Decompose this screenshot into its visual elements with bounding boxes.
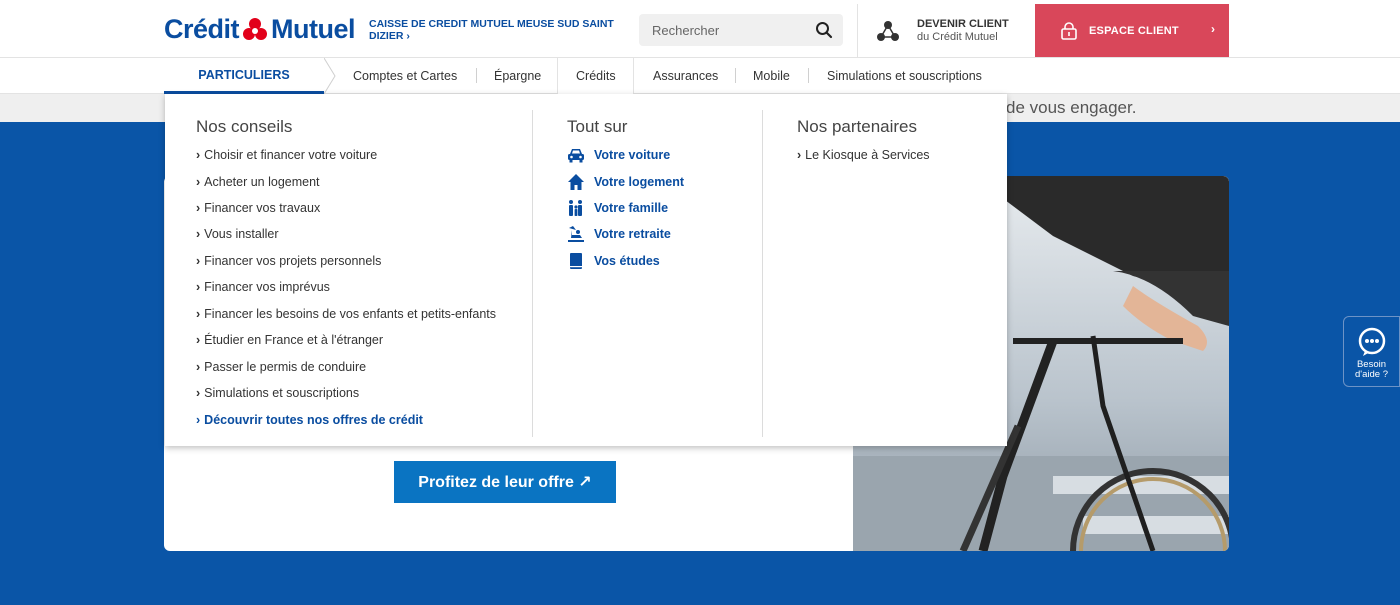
- tout-sur-etudes-link[interactable]: Vos études: [567, 252, 660, 270]
- caisse-chevron-icon: ›: [406, 30, 410, 42]
- tout-sur-voiture-link[interactable]: Votre voiture: [567, 146, 670, 164]
- conseil-link[interactable]: › Simulations et souscriptions: [196, 384, 359, 402]
- tout-sur-retraite-link[interactable]: Votre retraite: [567, 225, 671, 243]
- conseil-link[interactable]: › Financer vos projets personnels: [196, 252, 381, 270]
- espace-client-label: ESPACE CLIENT: [1089, 24, 1179, 37]
- retirement-icon: [568, 226, 584, 242]
- tout-sur-logement-link[interactable]: Votre logement: [567, 173, 684, 191]
- family-icon: [569, 200, 582, 216]
- nav-separator: [808, 68, 809, 83]
- kiosque-link[interactable]: › Le Kiosque à Services: [797, 146, 930, 164]
- nav-item-comptes-cartes[interactable]: Comptes et Cartes: [353, 58, 457, 94]
- page: de vous engager. Profitez de leur offre …: [0, 0, 1400, 605]
- book-icon: [570, 253, 582, 269]
- nav-item-assurances[interactable]: Assurances: [653, 58, 718, 94]
- tout-sur-title: Tout sur: [567, 117, 628, 136]
- tab-arrow-icon: [324, 58, 336, 94]
- help-label-2: d'aide ?: [1355, 369, 1388, 380]
- conseil-link[interactable]: › Acheter un logement: [196, 173, 320, 191]
- nav-item-credits[interactable]: Crédits: [576, 58, 616, 94]
- house-icon: [568, 174, 584, 190]
- devenir-client-link[interactable]: DEVENIR CLIENT du Crédit Mutuel: [857, 4, 1035, 57]
- espace-client-button[interactable]: ESPACE CLIENT ›: [1035, 4, 1229, 57]
- search-box: [639, 14, 843, 46]
- conseil-link[interactable]: › Financer vos imprévus: [196, 278, 330, 296]
- nav-item-simulations[interactable]: Simulations et souscriptions: [827, 58, 982, 94]
- logo-text-left: Crédit: [164, 13, 240, 44]
- credits-mega-menu: Nos conseils › Choisir et financer votre …: [165, 94, 1007, 446]
- all-credit-offers-link[interactable]: › Découvrir toutes nos offres de crédit: [196, 411, 423, 429]
- help-button[interactable]: Besoin d'aide ?: [1343, 316, 1400, 387]
- nav-item-mobile[interactable]: Mobile: [753, 58, 790, 94]
- car-icon: [568, 149, 584, 163]
- top-header: Crédit Mutuel CAISSE DE CREDIT MUTUEL ME…: [0, 0, 1400, 58]
- search-input[interactable]: [652, 22, 812, 38]
- lock-icon: [1061, 21, 1077, 40]
- devenir-client-title: DEVENIR CLIENT: [917, 17, 1009, 30]
- caisse-link[interactable]: CAISSE DE CREDIT MUTUEL MEUSE SUD SAINT …: [369, 18, 629, 42]
- search-icon[interactable]: [815, 21, 833, 39]
- conseil-link[interactable]: › Financer les besoins de vos enfants et …: [196, 305, 496, 323]
- partenaires-title: Nos partenaires: [797, 117, 918, 136]
- tout-sur-famille-link[interactable]: Votre famille: [567, 199, 668, 217]
- logo-mark-icon: [243, 18, 268, 40]
- nav-item-epargne[interactable]: Épargne: [494, 58, 541, 94]
- tab-particuliers[interactable]: PARTICULIERS: [164, 58, 324, 94]
- main-nav: PARTICULIERS Comptes et Cartes Épargne C…: [0, 58, 1400, 94]
- credit-mutuel-logo[interactable]: Crédit Mutuel: [164, 13, 356, 44]
- tout-sur-column: Tout sur Votre voiture Votre logement Vo…: [567, 94, 757, 446]
- devenir-client-subtitle: du Crédit Mutuel: [917, 30, 998, 43]
- logo-text-right: Mutuel: [271, 13, 356, 44]
- network-icon: [877, 20, 899, 41]
- chat-icon: [1358, 327, 1385, 356]
- conseil-link[interactable]: › Passer le permis de conduire: [196, 358, 366, 376]
- conseils-title: Nos conseils: [196, 117, 293, 136]
- offer-cta-button[interactable]: Profitez de leur offre ↗: [394, 461, 616, 503]
- nav-separator: [735, 68, 736, 83]
- column-divider: [532, 110, 533, 437]
- conseil-link[interactable]: › Étudier en France et à l'étranger: [196, 331, 383, 349]
- info-band-text: de vous engager.: [1006, 98, 1137, 117]
- conseil-link[interactable]: › Vous installer: [196, 225, 279, 243]
- conseil-link[interactable]: › Choisir et financer votre voiture: [196, 146, 377, 164]
- nav-separator: [476, 68, 477, 83]
- partenaires-column: Nos partenaires › Le Kiosque à Services: [797, 94, 997, 446]
- column-divider: [762, 110, 763, 437]
- conseils-column: Nos conseils › Choisir et financer votre …: [196, 94, 526, 446]
- chevron-right-icon: ›: [1211, 22, 1215, 36]
- conseil-link[interactable]: › Financer vos travaux: [196, 199, 320, 217]
